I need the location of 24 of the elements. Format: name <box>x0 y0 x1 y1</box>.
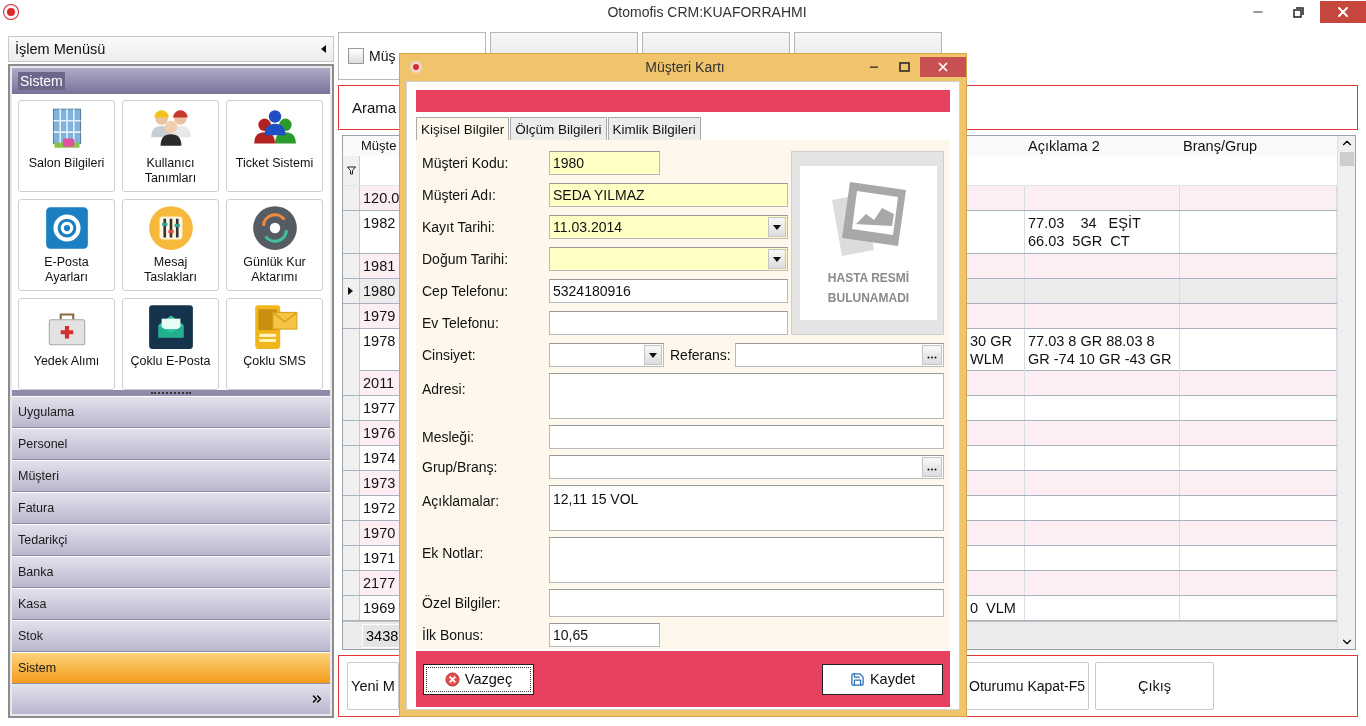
sidebar-title: İşlem Menüsü <box>15 41 106 57</box>
dialog-title: Müşteri Kartı <box>644 58 726 75</box>
field-label: Açıklamalar: <box>422 492 501 509</box>
field-label: Mesleği: <box>422 429 476 445</box>
field-label: Cinsiyet: <box>422 347 477 363</box>
field-label: Grup/Branş: <box>422 459 499 475</box>
field-label: Referans: <box>670 347 731 363</box>
table-cell: 77.03 8 GR 88.03 8 GR -74 10 GR -43 GR <box>1025 328 1180 371</box>
field-label: İlk Bonus: <box>422 627 485 643</box>
field-label: Müşteri Adı: <box>422 187 497 203</box>
field-label: Ek Notlar: <box>422 544 485 561</box>
field-label: Müşteri Kodu: <box>422 155 510 171</box>
field-label: Ev Telefonu: <box>422 315 500 331</box>
field-label: Cep Telefonu: <box>422 283 510 299</box>
field-label: Adresi: <box>422 380 467 397</box>
summary-cell: 3438 <box>362 623 400 648</box>
table-cell: 77.03 34 EŞİT 66.03 5GR CT <box>1025 210 1180 253</box>
photo-caption: HASTA RESMİ BULUNAMADI <box>826 270 911 307</box>
field-label: Özel Bilgiler: <box>422 595 502 611</box>
field-label: Kayıt Tarihi: <box>422 219 496 235</box>
search-label: Arama <box>352 99 397 116</box>
group-title: Sistem <box>18 72 65 90</box>
window-title: Otomofis CRM:KUAFORRAHMI <box>606 4 808 20</box>
field-label: Doğum Tarihi: <box>422 251 510 267</box>
